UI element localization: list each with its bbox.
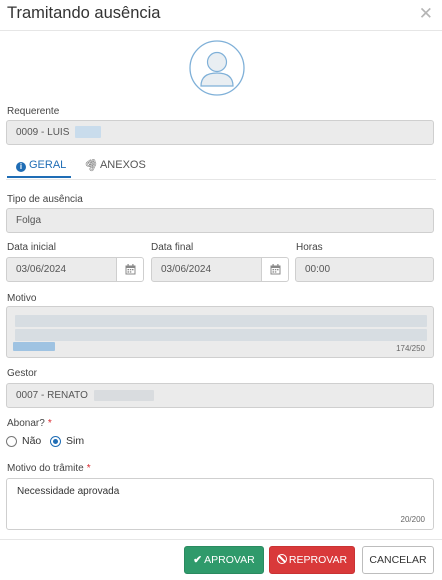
ban-icon (276, 554, 287, 564)
modal-title: Tramitando ausência (7, 4, 161, 22)
excuse-label: Abonar? * (7, 418, 52, 429)
step-reason-counter: 20/200 (400, 515, 425, 524)
hours-field: 00:00 (295, 257, 434, 282)
tabs-divider (6, 179, 436, 180)
tab-anexos-label: ANEXOS (99, 159, 146, 171)
info-icon: i (16, 162, 26, 172)
required-mark: * (86, 463, 91, 474)
requester-field: 0009 - LUIS (6, 120, 434, 145)
redacted-text (13, 342, 55, 351)
reason-counter: 174/250 (396, 344, 425, 353)
approve-label: APROVAR (204, 554, 255, 566)
reject-label: REPROVAR (288, 554, 348, 566)
step-reason-textarea[interactable]: Necessidade aprovada 20/200 (6, 478, 434, 530)
footer-divider (0, 539, 442, 540)
redacted-name (93, 389, 154, 401)
excuse-label-text: Abonar? (7, 418, 45, 429)
requester-label: Requerente (7, 106, 60, 117)
manager-field: 0007 - RENATO (6, 383, 434, 408)
check-icon: ✔ (193, 554, 203, 566)
approve-button[interactable]: ✔ APROVAR (184, 546, 264, 574)
step-reason-value: Necessidade aprovada (17, 486, 120, 497)
radio-sim-label[interactable]: Sim (66, 435, 84, 447)
end-date-label: Data final (151, 242, 194, 253)
redacted-text (15, 329, 427, 341)
step-reason-label: Motivo do trâmite * (7, 463, 91, 474)
tab-anexos[interactable]: 🖇ANEXOS (82, 152, 146, 178)
close-icon[interactable]: ✕ (419, 5, 433, 22)
start-date-field: 03/06/2024 (6, 257, 117, 282)
radio-sim[interactable] (50, 436, 61, 447)
redacted-text (15, 315, 427, 327)
radio-nao-label[interactable]: Não (22, 435, 41, 447)
absence-type-label: Tipo de ausência (7, 194, 83, 205)
end-date-field: 03/06/2024 (151, 257, 262, 282)
hours-label: Horas (296, 242, 323, 253)
step-reason-label-text: Motivo do trâmite (7, 463, 84, 474)
radio-nao[interactable] (6, 436, 17, 447)
manager-label: Gestor (7, 368, 38, 379)
reason-label: Motivo (7, 293, 37, 304)
absence-type-field: Folga (6, 208, 434, 233)
modal-header: Tramitando ausência ✕ (0, 0, 442, 30)
calendar-icon (270, 264, 281, 275)
reason-field: 174/250 (6, 306, 434, 358)
avatar (189, 40, 245, 96)
calendar-icon (125, 264, 136, 275)
tab-geral[interactable]: i GERAL (7, 152, 71, 178)
manager-value: 0007 - RENATO (16, 390, 88, 401)
required-mark: * (47, 418, 52, 429)
requester-value: 0009 - LUIS (16, 127, 70, 138)
start-date-calendar-button[interactable] (116, 257, 144, 282)
cancel-button[interactable]: CANCELAR (362, 546, 434, 574)
reject-button[interactable]: REPROVAR (269, 546, 355, 574)
redacted-name (75, 126, 102, 139)
end-date-calendar-button[interactable] (261, 257, 289, 282)
start-date-label: Data inicial (7, 242, 56, 253)
tab-geral-label: GERAL (29, 159, 67, 171)
header-divider (0, 30, 442, 31)
user-icon (189, 40, 245, 96)
cancel-label: CANCELAR (369, 554, 427, 566)
